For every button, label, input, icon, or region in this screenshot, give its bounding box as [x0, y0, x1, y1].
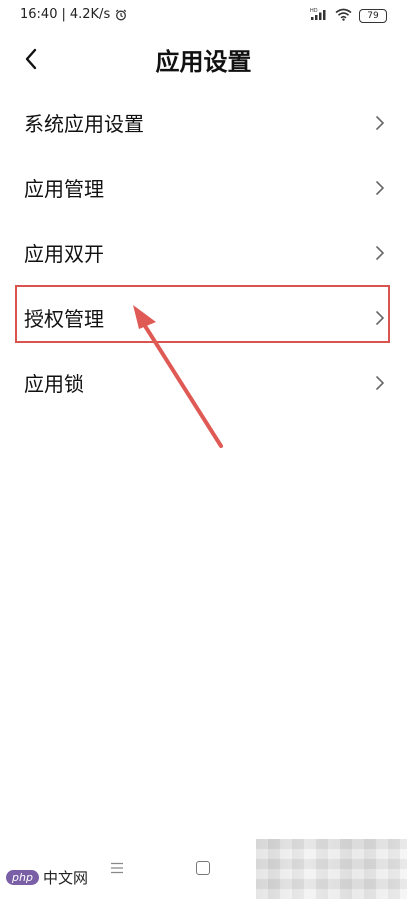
pixelated-region: [256, 839, 407, 899]
network-speed: 4.2K/s: [69, 7, 111, 22]
status-separator: |: [61, 7, 66, 22]
list-item-app-management[interactable]: 应用管理: [0, 155, 407, 220]
status-left: 16:40 | 4.2K/s: [20, 7, 127, 22]
chevron-right-icon: [376, 245, 384, 260]
cell-signal-icon: HD: [310, 6, 328, 25]
menu-icon[interactable]: [110, 861, 124, 875]
chevron-right-icon: [376, 180, 384, 195]
signal-label: HD: [310, 8, 318, 14]
list-item-app-lock[interactable]: 应用锁: [0, 350, 407, 415]
screen: 16:40 | 4.2K/s HD 79 应用设置 系统应用设置 应用管理 应用…: [0, 0, 407, 899]
settings-list: 系统应用设置 应用管理 应用双开 授权管理 应用锁: [0, 90, 407, 415]
status-bar: 16:40 | 4.2K/s HD 79: [0, 0, 407, 30]
list-item-dual-apps[interactable]: 应用双开: [0, 220, 407, 285]
nav-bar: php 中文网: [0, 839, 407, 899]
alarm-clock-icon: [115, 9, 127, 21]
battery-indicator: 79: [359, 8, 387, 23]
watermark-text: 中文网: [42, 869, 88, 887]
home-square-icon[interactable]: [196, 861, 210, 875]
chevron-right-icon: [376, 375, 384, 390]
watermark-logo: php 中文网: [6, 867, 88, 888]
php-badge: php: [6, 870, 39, 885]
highlight-box: [15, 285, 390, 343]
list-item-label: 应用双开: [24, 242, 104, 266]
wifi-icon: [335, 6, 352, 25]
list-item-label: 应用管理: [24, 177, 104, 201]
list-item-system-app-settings[interactable]: 系统应用设置: [0, 90, 407, 155]
page-title: 应用设置: [155, 48, 252, 76]
header: 应用设置: [0, 36, 407, 80]
list-item-label: 应用锁: [24, 372, 84, 396]
chevron-right-icon: [376, 115, 384, 130]
status-time: 16:40: [20, 7, 58, 22]
list-item-label: 系统应用设置: [24, 112, 144, 136]
status-right: HD 79: [310, 6, 387, 25]
